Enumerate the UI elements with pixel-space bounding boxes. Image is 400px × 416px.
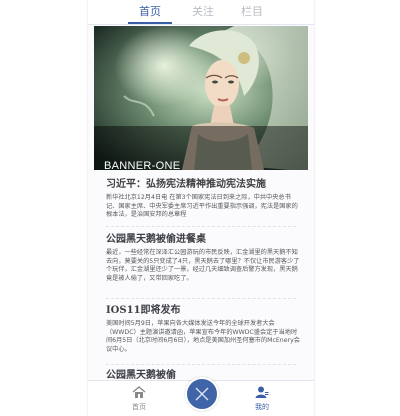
active-tab-indicator [128, 22, 172, 24]
close-x-icon [195, 387, 209, 401]
news-title: IOS11即将发布 [106, 305, 181, 316]
news-item[interactable]: IOS11即将发布 美国时间5月9日，苹果向各大媒体发送今年的全球开发者大会（W… [106, 304, 302, 354]
divider [106, 298, 296, 299]
banner-title: BANNER-ONE [104, 160, 181, 170]
news-item[interactable]: 公园黑天鹅被偷进餐桌 最近，一些经常在深泽汇公园游玩的市民反映，汇金湖里的黑天鹅… [106, 233, 302, 283]
nav-mine[interactable]: 我的 [242, 383, 282, 412]
news-summary: 新华社北京12月4日电 在第3个国家宪法日到来之际，中共中央总书记、国家主席、中… [106, 194, 298, 219]
tab-home[interactable]: 首页 [128, 4, 172, 22]
tab-columns[interactable]: 栏目 [230, 4, 274, 22]
nav-mine-label: 我的 [255, 403, 269, 411]
news-summary: 最近，一些经常在深泽汇公园游玩的市民反映，汇金湖里的黑天鹅不知去向，莫要关的5只… [106, 249, 300, 282]
user-icon [255, 386, 269, 398]
home-icon [132, 386, 146, 398]
tab-follow[interactable]: 关注 [181, 4, 225, 22]
app-frame: 首页 关注 栏目 BANNER-ONE 习近平：弘扬宪法精神推动宪法实施 新华社… [88, 0, 314, 416]
page-gutter [0, 0, 88, 416]
divider [106, 364, 296, 365]
news-title: 习近平：弘扬宪法精神推动宪法实施 [106, 179, 266, 190]
nav-home[interactable]: 首页 [119, 383, 159, 412]
news-item[interactable]: 习近平：弘扬宪法精神推动宪法实施 新华社北京12月4日电 在第3个国家宪法日到来… [106, 178, 302, 220]
news-title: 公园黑天鹅被偷进餐桌 [106, 234, 206, 245]
top-tab-bar: 首页 关注 栏目 [88, 0, 314, 25]
news-summary: 美国时间5月9日，苹果向各大媒体发送今年的全球开发者大会（WWDC）主题演讲邀请… [106, 320, 300, 353]
divider [106, 226, 296, 227]
nav-home-label: 首页 [132, 403, 146, 411]
center-action-button[interactable] [185, 377, 219, 411]
banner-carousel[interactable]: BANNER-ONE 11111111 [94, 26, 308, 170]
